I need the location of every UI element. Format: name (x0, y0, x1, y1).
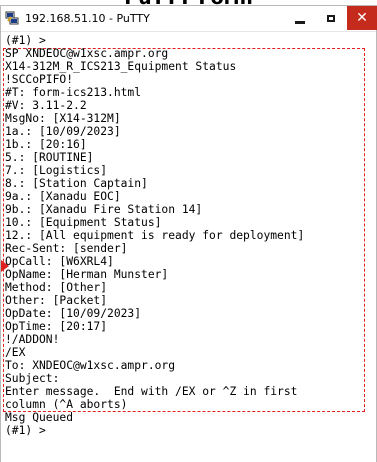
terminal-line: 1a.: [10/09/2023] (5, 125, 121, 138)
maximize-button[interactable] (316, 6, 346, 30)
maximize-icon (327, 14, 335, 22)
terminal-line: Rec-Sent: [sender] (5, 242, 128, 255)
minimize-icon (295, 20, 305, 24)
terminal-line: SP XNDEOC@w1xsc.ampr.org (5, 47, 169, 60)
terminal-line: !SCCoPIFO! (5, 73, 74, 86)
terminal-line: OpCall: [W6XRL4] (5, 255, 114, 268)
title-bar[interactable]: 192.168.51.10 - PuTTY ✕ (1, 6, 377, 32)
terminal-line: 10.: [Equipment Status] (5, 216, 162, 229)
terminal-line: OpName: [Herman Munster] (5, 268, 169, 281)
terminal-line: 7.: [Logistics] (5, 164, 108, 177)
terminal-area[interactable]: (#1) > SP XNDEOC@w1xsc.ampr.org X14-312M… (1, 32, 376, 462)
terminal-line: Enter message. End with /EX or ^Z in fir… (5, 385, 298, 398)
terminal-line: 5.: [ROUTINE] (5, 151, 94, 164)
minimize-button[interactable] (285, 6, 315, 30)
terminal-line: (#1) > (5, 424, 46, 437)
terminal-line: Subject: (5, 372, 60, 385)
terminal-line: OpDate: [10/09/2023] (5, 307, 142, 320)
terminal-line: column (^A aborts) (5, 398, 128, 411)
terminal-line: 12.: [All equipment is ready for deploym… (5, 229, 305, 242)
terminal-line: #T: form-ics213.html (5, 86, 142, 99)
terminal-line: X14-312M_R_ICS213_Equipment Status (5, 60, 237, 73)
terminal-line: 9b.: [Xanadu Fire Station 14] (5, 203, 203, 216)
terminal-line: 8.: [Station Captain] (5, 177, 148, 190)
close-icon: ✕ (356, 10, 368, 26)
terminal-line: OpTime: [20:17] (5, 320, 108, 333)
terminal-line: 1b.: [20:16] (5, 138, 87, 151)
putty-window: 192.168.51.10 - PuTTY ✕ (#1) > SP XNDEOC… (0, 5, 377, 462)
terminal-line: 9a.: [Xanadu EOC] (5, 190, 121, 203)
terminal-line: /EX (5, 346, 26, 359)
window-title: 192.168.51.10 - PuTTY (25, 12, 150, 25)
terminal-line: #V: 3.11-2.2 (5, 99, 87, 112)
terminal-line: !/ADDON! (5, 333, 60, 346)
terminal-line: Msg Queued (5, 411, 74, 424)
close-button[interactable]: ✕ (347, 6, 377, 30)
terminal-line: Other: [Packet] (5, 294, 108, 307)
terminal-line: (#1) > (5, 34, 46, 47)
terminal-line: To: XNDEOC@w1xsc.ampr.org (5, 359, 176, 372)
putty-icon (5, 11, 19, 25)
terminal-line: MsgNo: [X14-312M] (5, 112, 121, 125)
page: PuTTY Form 192.168.51.10 - PuTTY ✕ (0, 0, 377, 462)
terminal-line: Method: [Other] (5, 281, 108, 294)
